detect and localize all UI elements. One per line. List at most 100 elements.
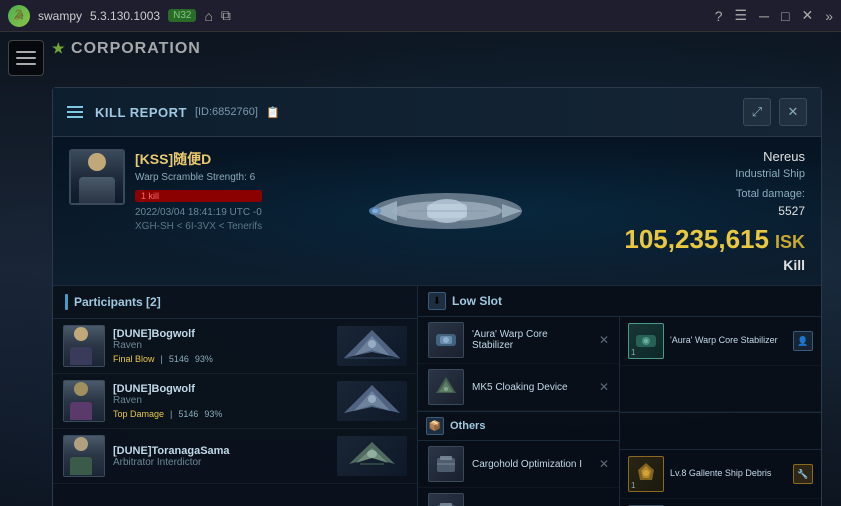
low-slot-item-2-icon [428, 369, 464, 405]
participant-2-badge: Top Damage | 5146 93% [113, 409, 329, 419]
participant-row[interactable]: [DUNE]Bogwolf Raven Top Damage | 5146 93… [53, 374, 417, 429]
avatar-head [88, 153, 106, 171]
home-icon[interactable]: ⌂ [204, 8, 212, 24]
avatar-head-3 [74, 437, 88, 451]
modal-actions: ⤢ ✕ [743, 98, 807, 126]
right-item-1-count: 1 [631, 348, 635, 357]
low-slot-item-1-row[interactable]: 'Aura' Warp Core Stabilizer ✕ [418, 317, 619, 364]
kill-stats: Nereus Industrial Ship Total damage: 552… [624, 149, 805, 273]
isk-value: 105,235,615 [624, 226, 769, 252]
total-damage-value: 5527 [778, 204, 805, 218]
debris-icon [632, 460, 660, 488]
avatar-inner-3 [64, 436, 104, 476]
modal-menu-icon[interactable] [67, 106, 83, 118]
participant-1-name: [DUNE]Bogwolf [113, 328, 329, 340]
participant-2-info: [DUNE]Bogwolf Raven Top Damage | 5146 93… [113, 383, 329, 419]
participant-3-name: [DUNE]ToranagaSama [113, 445, 329, 457]
right-spacer-1 [620, 366, 821, 412]
badge-label-1: Final Blow [113, 354, 155, 364]
items-left-column: 'Aura' Warp Core Stabilizer ✕ [418, 317, 620, 506]
sidebar-toggle-button[interactable] [8, 40, 44, 76]
others-item-2-row[interactable]: Cargohold Optimization I ✕ [418, 488, 619, 506]
pilot-section: [KSS]随便D Warp Scramble Strength: 6 1 kil… [69, 149, 269, 273]
right-item-1-name: 'Aura' Warp Core Stabilizer [670, 335, 787, 347]
raven-ship-svg [340, 328, 405, 364]
others-item-1-close[interactable]: ✕ [599, 457, 609, 471]
copy-icon[interactable]: ⧉ [221, 7, 231, 24]
right-item-gold-name: Lv.8 Gallente Ship Debris [670, 468, 787, 480]
kill-report-modal: KILL REPORT [ID:6852760] 📋 ⤢ ✕ [52, 87, 822, 506]
badge-label-2: Top Damage [113, 409, 164, 419]
raven-ship-svg-2 [340, 383, 405, 419]
others-title: Others [450, 420, 485, 432]
avatar-inner-2 [64, 381, 104, 421]
participant-1-ship: Raven [113, 340, 329, 351]
avatar-figure-2 [70, 382, 98, 420]
right-item-gold-count: 1 [631, 481, 635, 490]
others-item-2-icon [428, 493, 464, 506]
minimize-icon[interactable]: ─ [759, 8, 769, 24]
participant-2-ship: Raven [113, 395, 329, 406]
participant-1-ship-thumb [337, 326, 407, 366]
participant-row[interactable]: [DUNE]ToranagaSama Arbitrator Interdicto… [53, 429, 417, 484]
right-item-1-row[interactable]: 1 'Aura' Warp Core Stabilizer 👤 [620, 317, 821, 366]
external-link-button[interactable]: ⤢ [743, 98, 771, 126]
right-item-gold-action[interactable]: 🔧 [793, 464, 813, 484]
participant-2-avatar [63, 380, 105, 422]
others-item-1-row[interactable]: Cargohold Optimization I ✕ [418, 441, 619, 488]
hamburger-line-3 [16, 63, 36, 65]
low-slot-header: ⬇ Low Slot [418, 286, 821, 317]
right-item-gold-row[interactable]: 1 Lv.8 Gallente Ship Debris 🔧 [620, 450, 821, 499]
others-item-1-icon [428, 446, 464, 482]
pilot-info: [KSS]随便D Warp Scramble Strength: 6 1 kil… [135, 149, 262, 232]
taskbar-right: ? ☰ ─ □ ✕ » [715, 7, 833, 24]
participant-3-ship: Arbitrator Interdictor [113, 457, 329, 468]
ship-svg [347, 166, 547, 256]
arbitrator-ship-svg [340, 438, 405, 474]
avatar-figure [70, 327, 98, 365]
section-indicator [65, 294, 68, 310]
others-section-header: 📦 Others [418, 411, 619, 441]
close-icon[interactable]: ✕ [801, 7, 813, 24]
low-slot-item-2-row[interactable]: MK5 Cloaking Device ✕ [418, 364, 619, 411]
pilot-avatar-image [71, 151, 123, 203]
badge-pct-1: 93% [195, 354, 213, 364]
isk-label: ISK [775, 232, 805, 253]
hamburger-line-2 [16, 57, 36, 59]
items-panel: ⬇ Low Slot [418, 286, 821, 506]
hamburger-line-1 [16, 51, 36, 53]
help-icon[interactable]: ? [715, 8, 723, 24]
right-item-gold-icon: 1 [628, 456, 664, 492]
taskbar-left: 🐊 swampy 5.3.130.1003 N32 ⌂ ⧉ [8, 5, 231, 27]
ship-image-area [269, 149, 624, 273]
badge-dmg-value-1: 5146 [169, 354, 189, 364]
clipboard-icon[interactable]: 📋 [266, 106, 280, 119]
low-slot-title: Low Slot [452, 294, 502, 308]
warp-stab-right-icon [632, 327, 660, 355]
corp-star-icon: ★ [52, 40, 66, 56]
right-item-1-icon: 1 [628, 323, 664, 359]
avatar-body [79, 177, 115, 203]
low-slot-item-1-close[interactable]: ✕ [599, 333, 609, 347]
items-dual-layout: 'Aura' Warp Core Stabilizer ✕ [418, 317, 821, 506]
items-right-column: 1 'Aura' Warp Core Stabilizer 👤 [620, 317, 821, 506]
low-slot-item-2-close[interactable]: ✕ [599, 380, 609, 394]
right-item-1-action[interactable]: 👤 [793, 331, 813, 351]
menu-icon[interactable]: ☰ [735, 7, 748, 24]
participant-2-name: [DUNE]Bogwolf [113, 383, 329, 395]
total-damage-label: Total damage: [736, 188, 805, 200]
app-name: swampy [38, 9, 82, 23]
participant-row[interactable]: [DUNE]Bogwolf Raven Final Blow | 5146 93… [53, 319, 417, 374]
maximize-icon[interactable]: □ [781, 8, 789, 24]
more-icon[interactable]: » [825, 8, 833, 24]
kill-type: Kill [783, 257, 805, 273]
modal-close-button[interactable]: ✕ [779, 98, 807, 126]
pilot-name: [KSS]随便D [135, 149, 262, 169]
participant-2-ship-thumb [337, 381, 407, 421]
avatar-body [70, 347, 92, 365]
low-slot-item-2-name: MK5 Cloaking Device [472, 382, 591, 393]
right-item-cargo-row[interactable]: 1 Cargohold Optimization I ✕ [620, 499, 821, 506]
participant-3-info: [DUNE]ToranagaSama Arbitrator Interdicto… [113, 445, 329, 468]
cargohold-icon-2 [432, 497, 460, 506]
cloaking-device-icon [432, 373, 460, 401]
